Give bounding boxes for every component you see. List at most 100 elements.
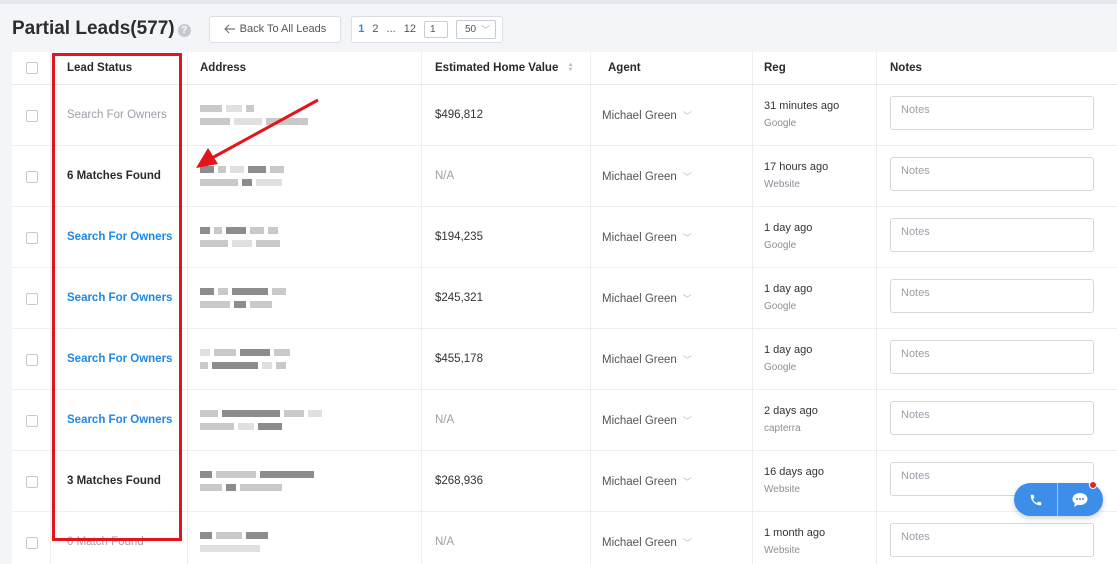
per-page-select[interactable]: 50 ﹀ [455,19,496,39]
reg-source: Website [764,545,800,556]
row-checkbox[interactable] [26,415,38,427]
reg-time: 17 hours ago [764,161,829,173]
agent-select[interactable]: Michael Green ﹀ [602,475,692,488]
agent-name: Michael Green [602,292,677,305]
header-notes[interactable]: Notes [890,62,922,74]
reg-source: Website [764,484,800,495]
table-row[interactable]: Search For Owners N/A Michael Green ﹀ 2 d… [12,390,1117,451]
row-checkbox[interactable] [26,293,38,305]
reg-time: 31 minutes ago [764,100,840,112]
table-row[interactable]: Search For Owners $455,178 Michael Green… [12,329,1117,390]
chevron-down-icon: ﹀ [682,416,692,426]
page-link-1[interactable]: 1 [358,23,364,35]
page-header: Partial Leads(577) ? Back To All Leads 1… [12,14,503,44]
row-checkbox[interactable] [26,110,38,122]
lead-status[interactable]: 3 Matches Found [67,475,161,487]
table-row[interactable]: 3 Matches Found $268,936 Michael Green ﹀ … [12,451,1117,512]
notes-input[interactable]: Notes [890,218,1094,252]
select-all-checkbox[interactable] [26,62,38,74]
chevron-down-icon: ﹀ [480,24,490,35]
page-ellipsis: ... [386,23,396,35]
reg-info: 1 day ago Google [764,283,812,312]
notes-input[interactable]: Notes [890,279,1094,313]
lead-status[interactable]: Search For Owners [67,414,172,426]
row-checkbox[interactable] [26,354,38,366]
notes-input[interactable]: Notes [890,523,1094,557]
reg-info: 16 days ago Website [764,466,824,495]
notes-input[interactable]: Notes [890,96,1094,130]
lead-status[interactable]: Search For Owners [67,231,172,243]
agent-name: Michael Green [602,109,677,122]
agent-select[interactable]: Michael Green ﹀ [602,536,692,549]
lead-status[interactable]: Search For Owners [67,292,172,304]
chevron-down-icon: ﹀ [682,477,692,487]
back-to-all-leads-button[interactable]: Back To All Leads [208,15,342,43]
address-redacted [200,227,280,253]
agent-select[interactable]: Michael Green ﹀ [602,414,692,427]
page-jump-input[interactable]: 1 [423,20,448,38]
page-link-2[interactable]: 2 [372,23,378,35]
phone-icon[interactable] [1014,483,1058,516]
agent-select[interactable]: Michael Green ﹀ [602,170,692,183]
leads-table: Lead Status Address Estimated Home Value… [12,52,1117,564]
address-redacted [200,532,268,558]
notes-input[interactable]: Notes [890,157,1094,191]
back-arrow-icon [223,24,235,34]
reg-time: 2 days ago [764,405,818,417]
header-estimated-home-value-label: Estimated Home Value [435,62,559,74]
notes-input[interactable]: Notes [890,401,1094,435]
home-value: $455,178 [435,353,483,365]
home-value: $268,936 [435,475,483,487]
header-agent[interactable]: Agent [608,62,641,74]
row-checkbox[interactable] [26,537,38,549]
row-checkbox[interactable] [26,476,38,488]
address-redacted [200,166,284,192]
lead-status[interactable]: 6 Matches Found [67,170,161,182]
lead-status[interactable]: Search For Owners [67,109,167,121]
reg-source: Google [764,240,797,251]
reg-time: 16 days ago [764,466,824,478]
reg-time: 1 day ago [764,222,813,234]
agent-select[interactable]: Michael Green ﹀ [602,231,692,244]
lead-status[interactable]: 0 Match Found [67,536,144,548]
header-reg[interactable]: Reg [764,62,786,74]
reg-time: 1 day ago [764,344,813,356]
lead-status[interactable]: Search For Owners [67,353,172,365]
reg-info: 31 minutes ago Google [764,100,839,129]
sort-icon[interactable]: ▲ ▼ [568,62,574,73]
agent-name: Michael Green [602,170,677,183]
row-checkbox[interactable] [26,232,38,244]
reg-source: Website [764,179,800,190]
top-border [0,0,1117,4]
table-row[interactable]: 0 Match Found N/A Michael Green ﹀ 1 month… [12,512,1117,564]
agent-select[interactable]: Michael Green ﹀ [602,353,692,366]
address-redacted [200,288,286,314]
table-row[interactable]: Search For Owners $496,812 Michael Green… [12,85,1117,146]
chevron-down-icon: ﹀ [682,538,692,548]
page-link-12[interactable]: 12 [404,23,416,35]
chevron-down-icon: ﹀ [682,233,692,243]
table-row[interactable]: Search For Owners $245,321 Michael Green… [12,268,1117,329]
header-estimated-home-value[interactable]: Estimated Home Value ▲ ▼ [435,62,574,74]
agent-name: Michael Green [602,414,677,427]
reg-info: 1 day ago Google [764,344,812,373]
row-checkbox[interactable] [26,171,38,183]
help-icon[interactable]: ? [177,23,191,37]
agent-select[interactable]: Michael Green ﹀ [602,292,692,305]
header-lead-status[interactable]: Lead Status [67,62,132,74]
home-value: $496,812 [435,109,483,121]
reg-info: 2 days ago capterra [764,405,818,434]
home-value: $245,321 [435,292,483,304]
table-row[interactable]: Search For Owners $194,235 Michael Green… [12,207,1117,268]
agent-select[interactable]: Michael Green ﹀ [602,109,692,122]
home-value: N/A [435,414,455,426]
header-address[interactable]: Address [200,62,246,74]
table-row[interactable]: 6 Matches Found N/A Michael Green ﹀ 17 ho… [12,146,1117,207]
reg-info: 17 hours ago Website [764,161,828,190]
back-button-label: Back To All Leads [239,23,327,35]
notes-input[interactable]: Notes [890,340,1094,374]
address-redacted [200,410,322,436]
reg-source: Google [764,362,797,373]
reg-source: Google [764,301,797,312]
pagination: 1 2 ... 12 1 50 ﹀ [351,15,503,43]
